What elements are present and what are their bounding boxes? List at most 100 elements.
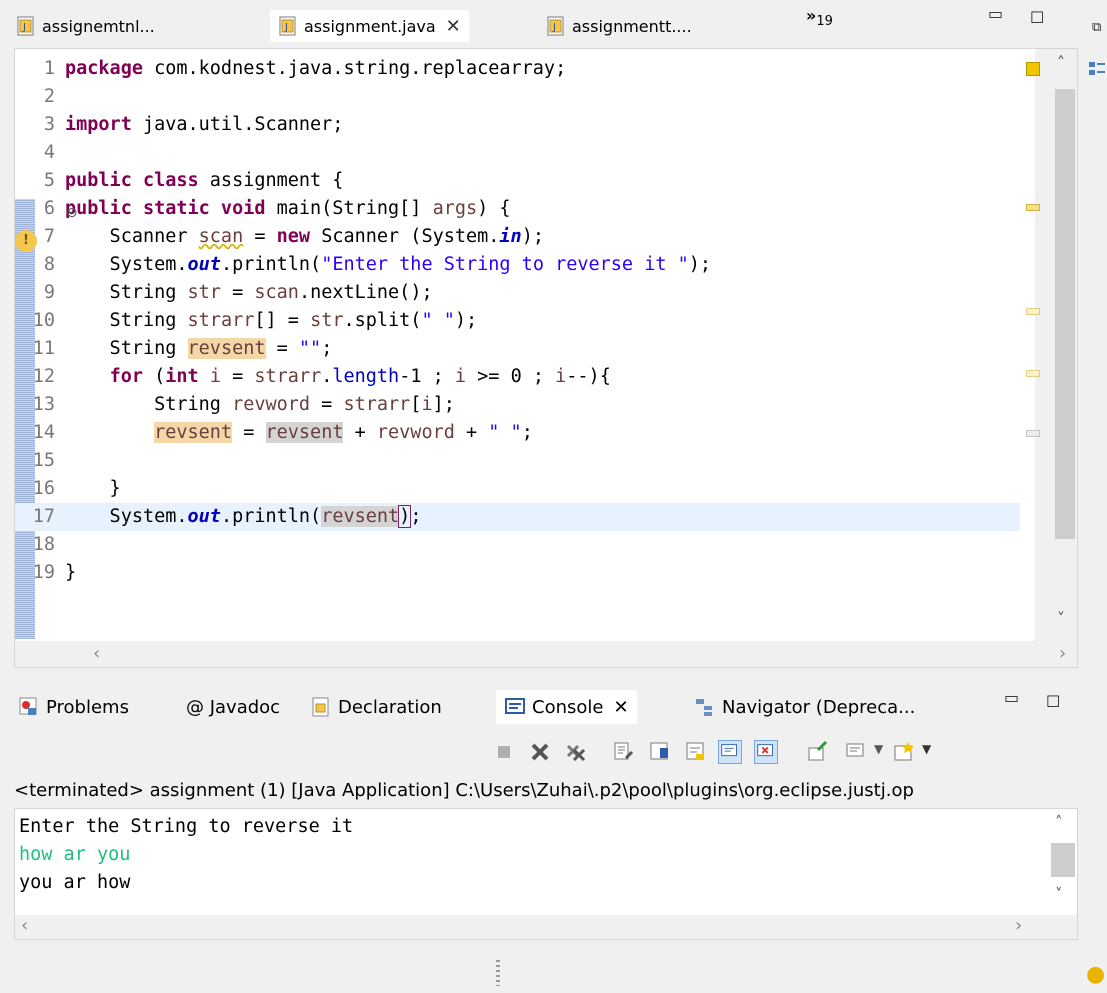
variable: str <box>310 310 344 331</box>
scrollbar-thumb[interactable] <box>1055 89 1075 539</box>
code-line-current[interactable]: 17 System.out.println(revsent); <box>15 503 1020 531</box>
occurrence-marker[interactable] <box>1026 430 1040 437</box>
minimize-icon[interactable]: ▭ <box>988 4 1003 23</box>
show-console-on-output-icon[interactable] <box>718 740 742 764</box>
occurrence-marker[interactable] <box>1026 370 1040 377</box>
occurrence-marker[interactable] <box>1026 204 1040 211</box>
code-line[interactable]: 12 for (int i = strarr.length-1 ; i >= 0… <box>15 363 1020 391</box>
scroll-down-icon[interactable]: ˅ <box>1055 885 1063 903</box>
close-icon[interactable]: ✕ <box>446 16 461 37</box>
code-text: [ <box>410 394 422 415</box>
maximize-icon[interactable]: ☐ <box>1046 692 1060 711</box>
scroll-left-icon[interactable]: ‹ <box>21 915 28 936</box>
editor-vertical-scrollbar[interactable]: ˄ ˅ <box>1035 49 1077 644</box>
occurrence-marker[interactable] <box>1026 308 1040 315</box>
editor-tab-assignment-java[interactable]: J assignment.java ✕ <box>270 10 469 42</box>
fold-collapse-icon[interactable]: ⊖ <box>66 205 78 221</box>
console-input-line: how ar you <box>19 844 131 865</box>
warning-lightbulb-icon[interactable]: ! <box>15 230 37 252</box>
show-console-on-error-icon[interactable] <box>754 740 778 764</box>
code-line[interactable]: 16 } <box>15 475 1020 503</box>
bracket-match: ) <box>398 505 412 528</box>
chevron-down-icon[interactable]: ▼ <box>874 742 883 756</box>
tab-navigator[interactable]: Navigator (Depreca... <box>694 690 915 724</box>
code-line[interactable]: 15 <box>15 447 1020 475</box>
code-line[interactable]: 10 String strarr[] = str.split(" "); <box>15 307 1020 335</box>
code-text: + <box>454 422 489 443</box>
code-line[interactable]: 7 Scanner scan = new Scanner (System.in)… <box>15 223 1020 251</box>
clear-console-icon[interactable] <box>612 740 636 764</box>
scroll-down-icon[interactable]: ˅ <box>1057 609 1065 628</box>
code-line[interactable]: 8 System.out.println("Enter the String t… <box>15 251 1020 279</box>
scrollbar-thumb[interactable] <box>1051 843 1075 877</box>
word-wrap-icon[interactable] <box>684 740 708 764</box>
code-text: .println( <box>220 254 322 275</box>
remove-all-terminated-icon[interactable] <box>564 740 588 764</box>
code-line[interactable]: 18 <box>15 531 1020 559</box>
minimize-icon[interactable]: ▭ <box>1004 688 1019 707</box>
scroll-lock-icon[interactable] <box>648 740 672 764</box>
restore-icon[interactable]: ⧉ <box>1092 20 1101 35</box>
outline-icon[interactable] <box>1088 60 1106 82</box>
code-line[interactable]: 9 String str = scan.nextLine(); <box>15 279 1020 307</box>
variable: str <box>187 282 221 303</box>
code-line[interactable]: 6 public static void main(String[] args) … <box>15 195 1020 223</box>
code-line[interactable]: 3 import java.util.Scanner; <box>15 111 1020 139</box>
code-line[interactable]: 5 public class assignment { <box>15 167 1020 195</box>
chevron-down-icon[interactable]: ▼ <box>922 742 931 756</box>
tab-console[interactable]: Console ✕ <box>496 690 637 724</box>
code-text: String <box>65 310 188 331</box>
code-text: assignment { <box>198 170 344 191</box>
code-text: = <box>310 394 344 415</box>
string-literal: " " <box>421 310 455 331</box>
keyword: import <box>65 114 132 135</box>
code-line[interactable]: 19} <box>15 559 1020 587</box>
editor-tab-assignmentt[interactable]: J assignmentt.... <box>546 10 692 42</box>
display-console-icon[interactable] <box>844 740 868 764</box>
scroll-up-icon[interactable]: ˄ <box>1055 813 1063 831</box>
editor-tab-assignemtnl[interactable]: J assignemtnl... <box>16 10 155 42</box>
open-console-icon[interactable] <box>892 740 916 764</box>
code-line[interactable]: 2 <box>15 83 1020 111</box>
pin-console-icon[interactable] <box>806 740 830 764</box>
tab-declaration[interactable]: Declaration <box>310 690 442 724</box>
console-horizontal-scrollbar[interactable]: ‹ › <box>15 915 1077 939</box>
remove-launch-icon[interactable] <box>528 740 552 764</box>
scroll-left-icon[interactable]: ‹ <box>93 643 100 664</box>
code-text: String <box>65 338 188 359</box>
variable: strarr <box>343 394 411 415</box>
overflow-count: 19 <box>816 14 833 30</box>
warning-marker-icon[interactable] <box>1026 62 1040 76</box>
console-vertical-scrollbar[interactable]: ˄ ˅ <box>1047 809 1077 915</box>
tab-javadoc[interactable]: @ Javadoc <box>186 690 280 724</box>
code-editor[interactable]: 1 package com.kodnest.java.string.replace… <box>14 48 1078 668</box>
line-number: 5 <box>43 170 55 191</box>
code-line[interactable]: 14 revsent = revsent + revword + " "; <box>15 419 1020 447</box>
code-line[interactable]: 1 package com.kodnest.java.string.replace… <box>15 55 1020 83</box>
code-text: Scanner (System. <box>310 226 500 247</box>
scroll-right-icon[interactable]: › <box>1059 643 1066 664</box>
code-line[interactable]: 4 <box>15 139 1020 167</box>
code-line[interactable]: 13 String revword = strarr[i]; <box>15 391 1020 419</box>
maximize-icon[interactable]: ☐ <box>1030 8 1044 27</box>
problems-icon <box>19 697 37 715</box>
code-line[interactable]: 11 String revsent = ""; <box>15 335 1020 363</box>
terminate-icon[interactable] <box>492 740 516 764</box>
close-icon[interactable]: ✕ <box>613 697 628 718</box>
code-text: -1 ; <box>399 366 455 387</box>
variable: i <box>421 394 433 415</box>
scroll-right-icon[interactable]: › <box>1015 915 1022 936</box>
editor-horizontal-scrollbar[interactable]: ‹ › <box>15 641 1077 667</box>
lightbulb-icon[interactable]: ● <box>1086 962 1105 987</box>
status-separator <box>496 960 500 986</box>
line-number: 1 <box>43 58 55 79</box>
tab-overflow-button[interactable]: »19 <box>806 6 833 29</box>
tab-label: Declaration <box>338 696 442 718</box>
tab-problems[interactable]: Problems <box>18 690 129 724</box>
scroll-up-icon[interactable]: ˄ <box>1057 53 1065 72</box>
console-output[interactable]: Enter the String to reverse it how ar yo… <box>14 808 1078 940</box>
variable: i <box>209 366 221 387</box>
code-text: = <box>265 338 299 359</box>
code-text: ); <box>521 226 544 247</box>
status-bar: ● <box>0 952 1107 993</box>
